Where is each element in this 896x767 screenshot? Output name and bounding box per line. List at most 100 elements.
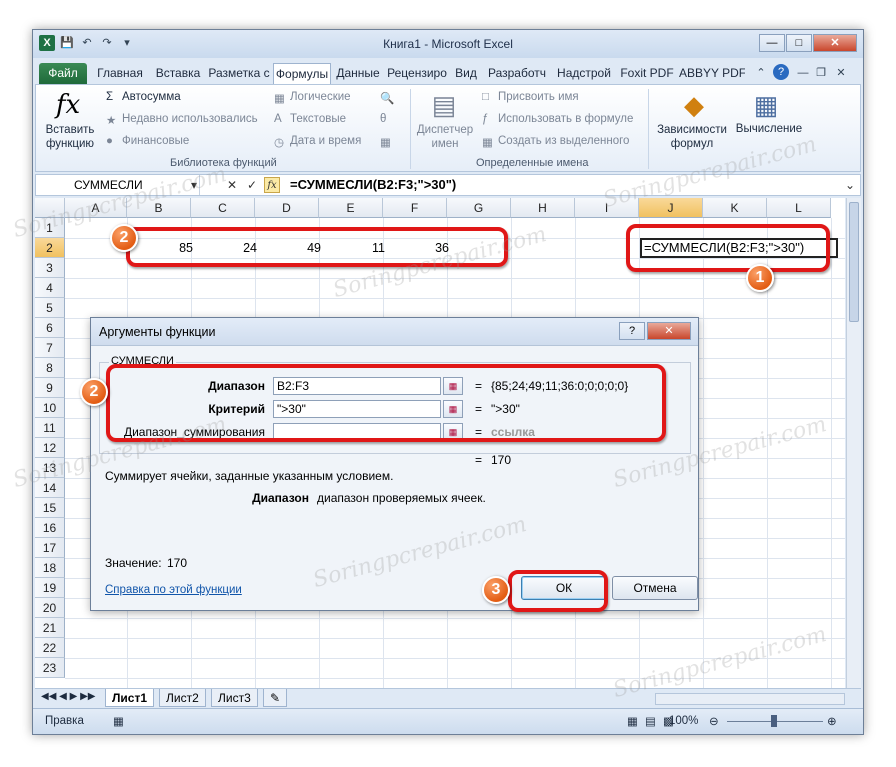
row-header[interactable]: 3 — [35, 258, 65, 278]
define-name-button[interactable]: Присвоить имя — [498, 91, 579, 103]
name-box-dropdown-icon[interactable]: ▾ — [186, 177, 202, 193]
calculation-button[interactable]: Вычисление — [734, 123, 804, 135]
name-box[interactable]: СУММЕСЛИ — [44, 175, 200, 195]
column-header[interactable]: C — [191, 198, 255, 218]
sheet-tab[interactable]: Лист3 — [211, 689, 258, 707]
zoom-in-icon[interactable]: ⊕ — [827, 714, 837, 728]
sheet-tab[interactable]: Лист1 — [105, 689, 155, 707]
tab-formulas[interactable]: Формулы — [273, 63, 331, 84]
text-button[interactable]: Текстовые — [290, 113, 346, 125]
column-header[interactable]: G — [447, 198, 511, 218]
logical-button[interactable]: Логические — [290, 91, 351, 103]
row-header[interactable]: 5 — [35, 298, 65, 318]
tab-page-layout[interactable]: Разметка с — [207, 63, 271, 84]
row-header[interactable]: 22 — [35, 638, 65, 658]
math-icon[interactable]: θ — [380, 113, 386, 125]
sheet-nav-icon[interactable]: ◀◀ ◀ ▶ ▶▶ — [41, 691, 95, 702]
formula-auditing-button[interactable]: Зависимости формул — [654, 123, 730, 151]
column-header[interactable]: D — [255, 198, 319, 218]
scroll-thumb[interactable] — [849, 202, 859, 322]
enter-icon[interactable]: ✓ — [244, 177, 260, 193]
row-header[interactable]: 4 — [35, 278, 65, 298]
tab-view[interactable]: Вид — [451, 63, 481, 84]
name-manager-icon[interactable]: ▤ — [428, 89, 460, 121]
tab-home[interactable]: Главная — [91, 63, 149, 84]
dialog-close-icon[interactable]: ✕ — [647, 322, 691, 340]
row-header[interactable]: 7 — [35, 338, 65, 358]
row-header[interactable]: 9 — [35, 378, 65, 398]
column-header[interactable]: B — [127, 198, 191, 218]
help-link[interactable]: Справка по этой функции — [105, 584, 242, 596]
row-header[interactable]: 20 — [35, 598, 65, 618]
row-header[interactable]: 6 — [35, 318, 65, 338]
row-header[interactable]: 15 — [35, 498, 65, 518]
row-header[interactable]: 19 — [35, 578, 65, 598]
select-all-corner[interactable] — [35, 198, 65, 218]
row-header[interactable]: 18 — [35, 558, 65, 578]
row-header[interactable]: 12 — [35, 438, 65, 458]
row-header[interactable]: 14 — [35, 478, 65, 498]
cancel-button[interactable]: Отмена — [612, 576, 698, 600]
column-header[interactable]: I — [575, 198, 639, 218]
column-header[interactable]: J — [639, 198, 703, 218]
vertical-scrollbar[interactable] — [846, 198, 861, 688]
insert-function-icon[interactable]: fx — [52, 89, 84, 121]
tab-file[interactable]: Файл — [39, 63, 87, 84]
fx-icon[interactable]: fx — [264, 177, 280, 193]
row-header[interactable]: 10 — [35, 398, 65, 418]
dialog-help-icon[interactable]: ? — [619, 322, 645, 340]
financial-button[interactable]: Финансовые — [122, 135, 189, 147]
tab-insert[interactable]: Вставка — [151, 63, 205, 84]
normal-view-icon[interactable]: ▦ — [627, 714, 638, 728]
maximize-icon[interactable]: □ — [786, 34, 812, 52]
name-manager-button[interactable]: Диспетчер имен — [416, 123, 474, 151]
use-in-formula-button[interactable]: Использовать в формуле — [498, 113, 633, 125]
macro-record-icon[interactable]: ▦ — [113, 714, 124, 728]
cancel-icon[interactable]: ✕ — [224, 177, 240, 193]
column-header[interactable]: L — [767, 198, 831, 218]
tab-addins[interactable]: Надстрой — [553, 63, 615, 84]
help-icon[interactable]: ? — [773, 64, 789, 80]
row-header[interactable]: 8 — [35, 358, 65, 378]
close-icon[interactable]: ✕ — [813, 34, 857, 52]
column-header[interactable]: H — [511, 198, 575, 218]
row-header[interactable]: 17 — [35, 538, 65, 558]
doc-close-icon[interactable]: ✕ — [833, 65, 849, 81]
zoom-level[interactable]: 100% — [669, 715, 698, 727]
doc-minimize-icon[interactable]: — — [795, 65, 811, 81]
autosum-button[interactable]: Автосумма — [122, 91, 181, 103]
row-header[interactable]: 13 — [35, 458, 65, 478]
new-sheet-icon[interactable]: ✎ — [263, 689, 288, 707]
zoom-out-icon[interactable]: ⊖ — [709, 714, 719, 728]
column-header[interactable]: K — [703, 198, 767, 218]
sheet-tab[interactable]: Лист2 — [159, 689, 206, 707]
minimize-icon[interactable]: — — [759, 34, 785, 52]
row-header[interactable]: 1 — [35, 218, 65, 238]
tab-abbyy[interactable]: ABBYY PDF — [679, 63, 745, 84]
expand-formula-icon[interactable]: ⌄ — [842, 177, 858, 193]
column-header[interactable]: E — [319, 198, 383, 218]
recent-button[interactable]: Недавно использовались — [122, 113, 258, 125]
column-header[interactable]: A — [65, 198, 127, 218]
row-header[interactable]: 2 — [35, 238, 65, 258]
tab-developer[interactable]: Разработч — [483, 63, 551, 84]
row-header[interactable]: 23 — [35, 658, 65, 678]
row-header[interactable]: 11 — [35, 418, 65, 438]
datetime-button[interactable]: Дата и время — [290, 135, 361, 147]
collapse-ribbon-icon[interactable]: ⌃ — [753, 65, 769, 81]
row-header[interactable]: 16 — [35, 518, 65, 538]
more-functions-icon[interactable]: ▦ — [380, 135, 391, 149]
doc-restore-icon[interactable]: ❐ — [813, 65, 829, 81]
horizontal-scrollbar[interactable] — [655, 693, 845, 705]
insert-function-button[interactable]: Вставить функцию — [44, 123, 96, 151]
tab-data[interactable]: Данные — [333, 63, 383, 84]
column-header[interactable]: F — [383, 198, 447, 218]
tab-review[interactable]: Рецензиро — [385, 63, 449, 84]
create-from-selection-button[interactable]: Создать из выделенного — [498, 135, 629, 147]
calculation-icon[interactable]: ▦ — [750, 89, 782, 121]
row-header[interactable]: 21 — [35, 618, 65, 638]
lookup-icon[interactable]: 🔍 — [380, 91, 394, 105]
tab-foxit[interactable]: Foxit PDF — [617, 63, 677, 84]
formula-input[interactable]: =СУММЕСЛИ(B2:F3;">30") — [290, 175, 456, 195]
page-layout-view-icon[interactable]: ▤ — [645, 714, 656, 728]
